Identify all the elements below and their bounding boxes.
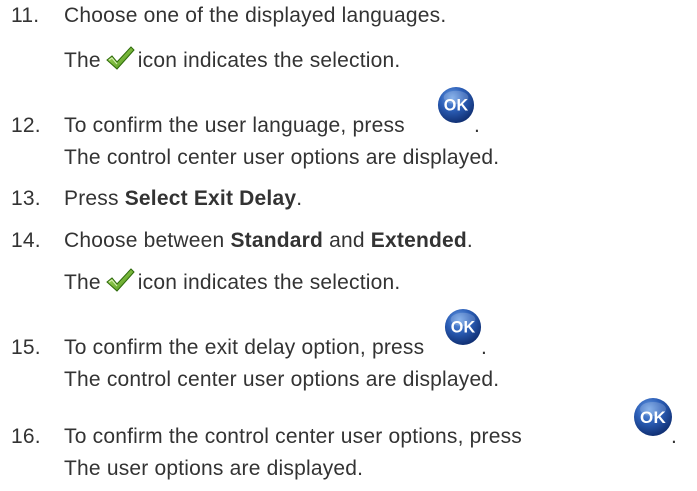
step-instruction: To confirm the exit delay option, press <box>64 336 425 359</box>
step-instruction: To confirm the control center user optio… <box>64 425 523 448</box>
result-prefix: The <box>64 49 101 72</box>
result-suffix: icon indicates the selection. <box>137 271 401 294</box>
step-number: 15. <box>11 336 41 359</box>
option-standard: Standard <box>230 229 324 252</box>
ok-icon: OK <box>444 308 482 346</box>
check-icon <box>106 268 135 292</box>
result-text: The control center user options are disp… <box>64 368 500 391</box>
step-number: 16. <box>11 425 41 448</box>
ok-label: OK <box>640 408 666 427</box>
step-instruction: Choose one of the displayed languages. <box>64 4 447 27</box>
result-prefix: The <box>64 271 101 294</box>
step-number: 11. <box>11 4 40 27</box>
step-number: 14. <box>11 229 41 252</box>
ok-label: OK <box>444 97 469 115</box>
trailing-period: . <box>481 336 488 359</box>
option-extended: Extended <box>370 229 467 252</box>
result-suffix: icon indicates the selection. <box>137 49 401 72</box>
ok-label: OK <box>451 319 476 337</box>
trailing-period: . <box>474 114 481 137</box>
step-number: 12. <box>11 114 41 137</box>
ui-label: Select Exit Delay <box>124 187 297 210</box>
result-text: The control center user options are disp… <box>64 146 500 169</box>
step-instruction: To confirm the user language, press <box>64 114 405 137</box>
ok-icon: OK <box>634 398 672 436</box>
ok-icon: OK <box>437 86 475 124</box>
check-icon <box>106 46 135 70</box>
step-number: 13. <box>11 187 41 210</box>
trailing-period: . <box>671 425 678 448</box>
result-text: The user options are displayed. <box>64 457 364 480</box>
